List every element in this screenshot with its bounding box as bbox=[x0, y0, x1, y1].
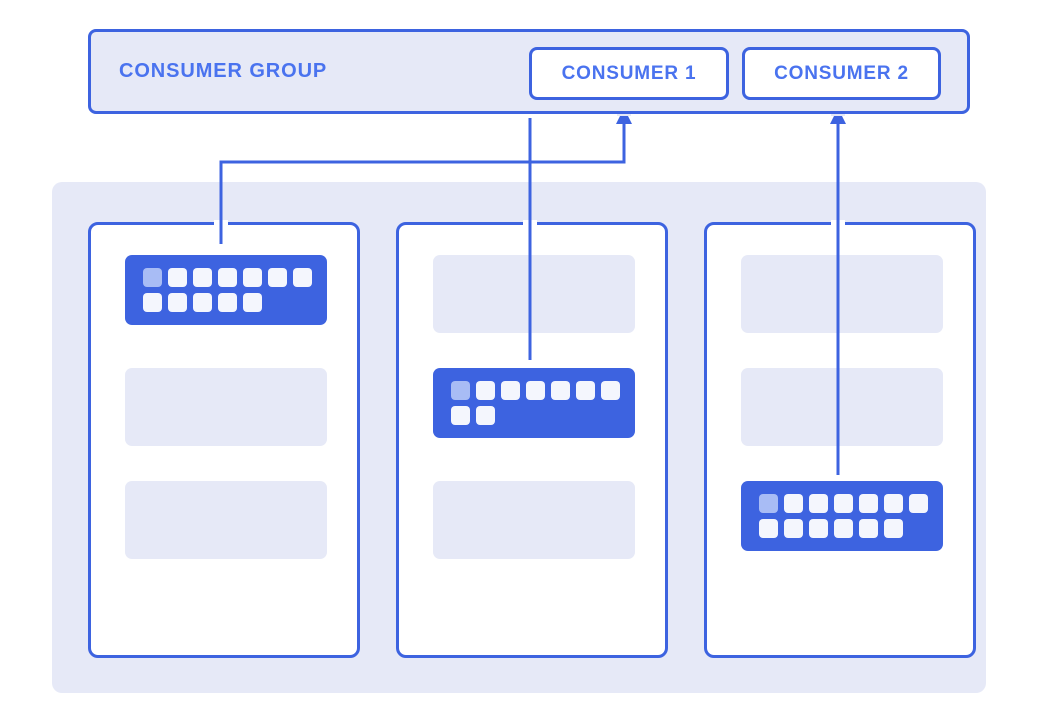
message-cell bbox=[809, 494, 828, 513]
message-cell bbox=[859, 494, 878, 513]
message-cell bbox=[601, 381, 620, 400]
message-row bbox=[451, 406, 619, 425]
message-cell bbox=[168, 268, 187, 287]
message-row bbox=[759, 494, 928, 513]
message-cell bbox=[168, 293, 187, 312]
message-cell bbox=[834, 519, 853, 538]
message-cell bbox=[451, 406, 470, 425]
message-cell bbox=[218, 268, 237, 287]
message-cell bbox=[576, 381, 595, 400]
message-cell bbox=[243, 268, 262, 287]
message-cell bbox=[476, 406, 495, 425]
partition-2-slot-1 bbox=[433, 368, 635, 438]
message-cell bbox=[809, 519, 828, 538]
message-cell bbox=[759, 494, 778, 513]
partition-1-card[interactable] bbox=[88, 222, 360, 658]
message-cell bbox=[784, 494, 803, 513]
message-cell bbox=[193, 268, 212, 287]
message-cell bbox=[501, 381, 520, 400]
message-cell bbox=[884, 519, 903, 538]
message-cell bbox=[218, 293, 237, 312]
message-cell bbox=[551, 381, 570, 400]
partition-2-card[interactable] bbox=[396, 222, 668, 658]
partition-3-slot-0 bbox=[741, 255, 943, 333]
consumer-1-label: CONSUMER 1 bbox=[561, 62, 697, 84]
message-cell bbox=[143, 293, 162, 312]
message-cell bbox=[526, 381, 545, 400]
partition-3-slot-2 bbox=[741, 481, 943, 551]
message-cell bbox=[884, 494, 903, 513]
consumer-2-box[interactable]: CONSUMER 2 bbox=[742, 47, 941, 100]
message-row bbox=[143, 293, 311, 312]
message-row bbox=[451, 381, 620, 400]
message-cell bbox=[784, 519, 803, 538]
message-cell bbox=[193, 293, 212, 312]
message-row bbox=[143, 268, 312, 287]
message-cell bbox=[476, 381, 495, 400]
partition-2-slot-0 bbox=[433, 255, 635, 333]
message-cell bbox=[293, 268, 312, 287]
message-cell bbox=[759, 519, 778, 538]
message-cell bbox=[268, 268, 287, 287]
message-cell bbox=[143, 268, 162, 287]
partition-3-slot-1 bbox=[741, 368, 943, 446]
consumer-group-label: CONSUMER GROUP bbox=[119, 60, 328, 82]
message-row bbox=[759, 519, 927, 538]
message-cell bbox=[451, 381, 470, 400]
message-cell bbox=[243, 293, 262, 312]
message-cell bbox=[909, 494, 928, 513]
partition-2-slot-2 bbox=[433, 481, 635, 559]
message-cell bbox=[834, 494, 853, 513]
partition-1-slot-1 bbox=[125, 368, 327, 446]
diagram-canvas: CONSUMER GROUP CONSUMER 1 CONSUMER 2 bbox=[0, 0, 1042, 724]
consumer-group-box: CONSUMER GROUP CONSUMER 1 CONSUMER 2 bbox=[88, 29, 970, 114]
consumer-1-box[interactable]: CONSUMER 1 bbox=[529, 47, 729, 100]
message-cell bbox=[859, 519, 878, 538]
partition-1-slot-2 bbox=[125, 481, 327, 559]
partition-1-slot-0 bbox=[125, 255, 327, 325]
partition-3-card[interactable] bbox=[704, 222, 976, 658]
consumer-2-label: CONSUMER 2 bbox=[774, 62, 909, 84]
